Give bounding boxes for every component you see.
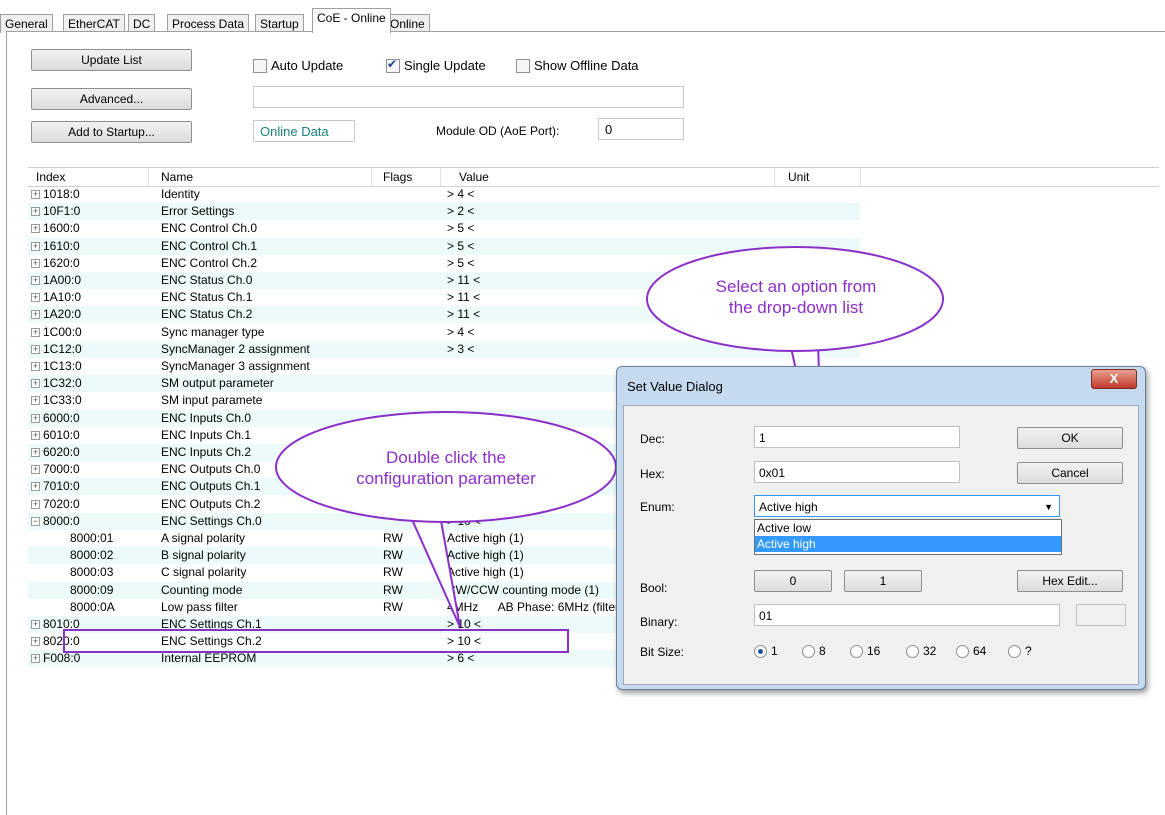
bitsize-radio-32[interactable]: 32 — [906, 644, 936, 658]
enum-select[interactable]: Active high ▼ — [754, 495, 1060, 517]
bitsize-label: Bit Size: — [640, 645, 685, 659]
enum-option-active-low[interactable]: Active low — [755, 520, 1061, 536]
bitsize-radio-1[interactable]: 1 — [754, 644, 778, 658]
callout-text: configuration parameter — [356, 469, 536, 488]
bool-0-button[interactable]: 0 — [754, 570, 832, 592]
callout-text: the drop-down list — [728, 298, 864, 317]
radio-dot[interactable] — [802, 644, 815, 658]
radio-label: ? — [1025, 644, 1032, 658]
ok-button[interactable]: OK — [1017, 427, 1123, 449]
dialog-title: Set Value Dialog — [627, 379, 723, 394]
enum-selected-value: Active high — [759, 500, 818, 514]
bitsize-radio-unknown[interactable]: ? — [1008, 644, 1032, 658]
hex-label: Hex: — [640, 467, 665, 481]
radio-dot[interactable] — [906, 644, 919, 658]
dec-label: Dec: — [640, 432, 665, 446]
callout-text: Double click the — [385, 448, 506, 467]
close-icon[interactable]: X — [1091, 369, 1137, 389]
bitsize-radio-8[interactable]: 8 — [802, 644, 826, 658]
dialog-body: Dec: 1 OK Hex: 0x01 Cancel Enum: Active … — [623, 405, 1139, 685]
callout-select-option: Select an option from the drop-down list — [650, 276, 942, 318]
bool-label: Bool: — [640, 581, 668, 595]
radio-label: 64 — [973, 644, 987, 658]
radio-dot[interactable] — [956, 644, 969, 658]
set-value-dialog: Set Value Dialog X Dec: 1 OK Hex: 0x01 C… — [616, 366, 1146, 690]
radio-dot[interactable] — [1008, 644, 1021, 658]
callout-text: Select an option from — [715, 277, 877, 296]
enum-option-active-high[interactable]: Active high — [755, 536, 1061, 552]
bitsize-radio-16[interactable]: 16 — [850, 644, 880, 658]
radio-dot[interactable] — [754, 644, 767, 658]
hex-edit-button[interactable]: Hex Edit... — [1017, 570, 1123, 592]
radio-label: 1 — [771, 644, 778, 658]
arrow-pointer-double-click — [408, 514, 461, 628]
tab-coe-online[interactable]: CoE - Online — [312, 8, 391, 33]
enum-dropdown-list: Active low Active high — [754, 519, 1062, 555]
dec-input[interactable]: 1 — [754, 426, 960, 448]
chevron-down-icon[interactable]: ▼ — [1044, 496, 1053, 518]
bitsize-radio-64[interactable]: 64 — [956, 644, 986, 658]
radio-label: 16 — [867, 644, 881, 658]
enum-label: Enum: — [640, 500, 675, 514]
cancel-button[interactable]: Cancel — [1017, 462, 1123, 484]
bool-1-button[interactable]: 1 — [844, 570, 922, 592]
radio-label: 32 — [923, 644, 937, 658]
radio-label: 8 — [819, 644, 826, 658]
binary-extra-field — [1076, 604, 1126, 626]
radio-dot[interactable] — [850, 644, 863, 658]
binary-label: Binary: — [640, 615, 678, 629]
binary-input[interactable]: 01 — [754, 604, 1060, 626]
hex-input[interactable]: 0x01 — [754, 461, 960, 483]
callout-double-click: Double click the configuration parameter — [300, 447, 592, 489]
